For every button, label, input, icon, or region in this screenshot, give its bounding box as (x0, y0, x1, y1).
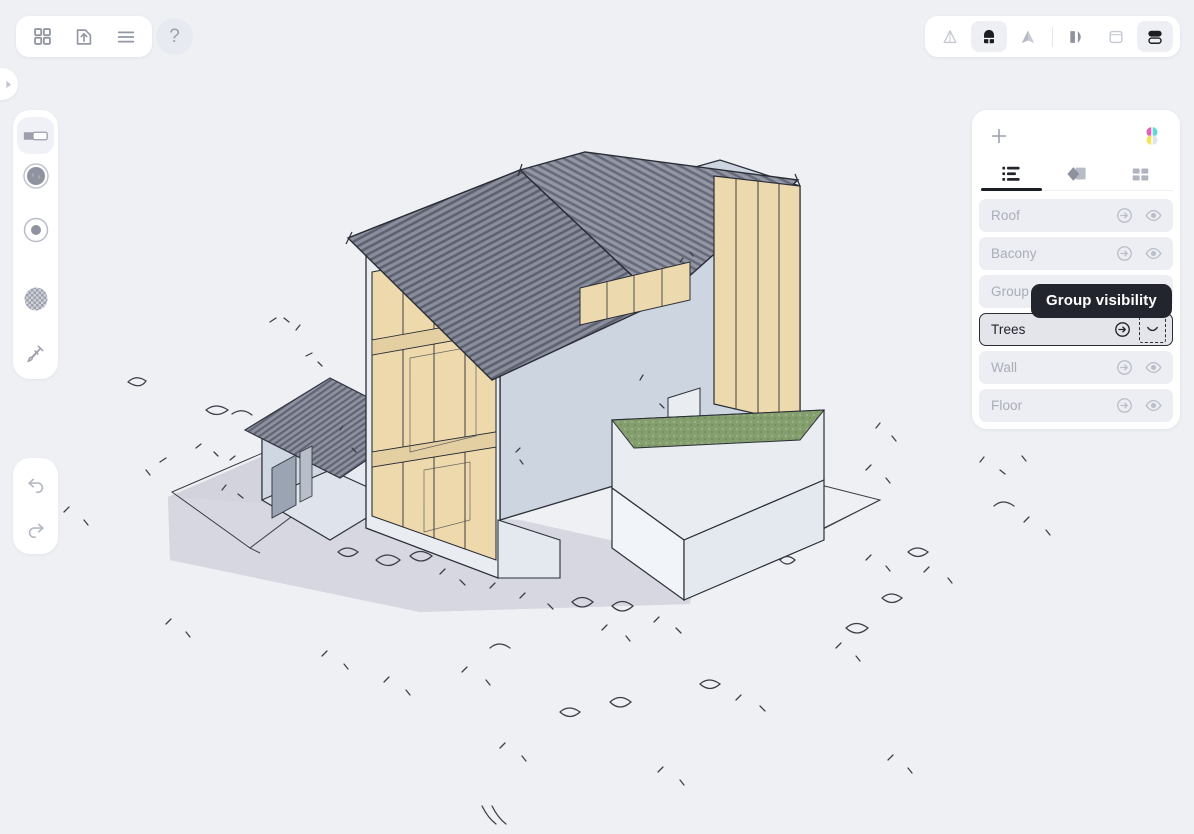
eye-icon[interactable] (1141, 393, 1166, 418)
history-rail (13, 458, 58, 554)
eye-icon[interactable] (1141, 203, 1166, 228)
tab-materials[interactable] (1044, 158, 1109, 190)
redo-icon[interactable] (17, 510, 54, 547)
layer-label: Roof (991, 208, 1020, 223)
layer-row-actions (1112, 393, 1166, 418)
undo-icon[interactable] (17, 465, 54, 502)
split-view-icon[interactable] (1137, 21, 1173, 52)
layer-row-actions (1110, 316, 1166, 343)
menu-icon[interactable] (106, 20, 146, 54)
list-icon (1002, 166, 1020, 181)
left-tool-rail (13, 110, 58, 379)
cone-view-icon[interactable] (932, 21, 968, 52)
shapes-icon (1066, 167, 1086, 181)
layer-label: Trees (991, 322, 1026, 337)
layer-row-wall[interactable]: Wall (979, 351, 1173, 384)
top-left-toolbar (16, 16, 152, 57)
enter-group-icon[interactable] (1112, 203, 1137, 228)
toolbar-divider (1052, 26, 1053, 47)
help-button[interactable]: ? (156, 18, 193, 55)
add-layer-button[interactable] (985, 122, 1013, 150)
layer-label: Floor (991, 398, 1023, 413)
panel-tabs (979, 158, 1173, 191)
view-mode-toolbar (925, 16, 1180, 57)
frame-icon[interactable] (1098, 21, 1134, 52)
mirror-icon[interactable] (1059, 21, 1095, 52)
chevron-right-icon (6, 80, 12, 88)
tooltip-label: Group visibility (1046, 292, 1157, 309)
grid-icon (1132, 167, 1149, 181)
checker-tool-icon[interactable] (17, 266, 54, 332)
layers-panel: Roof Bacony Group 1 Trees Wall Floor (972, 110, 1180, 429)
app-root: ? Roof Bacony Group 1 Trees Wall Floor G… (0, 0, 1194, 834)
export-icon[interactable] (64, 20, 104, 54)
main-house (345, 151, 826, 602)
filled-cone-icon[interactable] (1010, 21, 1046, 52)
sphere-tool-icon[interactable] (17, 157, 54, 194)
enter-group-icon[interactable] (1112, 393, 1137, 418)
grid-icon[interactable] (22, 20, 62, 54)
tab-layers[interactable] (979, 158, 1044, 191)
layer-row-roof[interactable]: Roof (979, 199, 1173, 232)
layer-label: Wall (991, 360, 1018, 375)
syringe-tool-icon[interactable] (17, 335, 54, 372)
layer-row-actions (1112, 203, 1166, 228)
layer-row-actions (1112, 355, 1166, 380)
layer-row-bacony[interactable]: Bacony (979, 237, 1173, 270)
eye-icon[interactable] (1141, 355, 1166, 380)
tooltip-group-visibility: Group visibility (1031, 284, 1172, 318)
enter-group-icon[interactable] (1112, 355, 1137, 380)
tab-assets[interactable] (1108, 158, 1173, 190)
help-label: ? (169, 25, 180, 47)
shaded-box-icon[interactable] (971, 21, 1007, 52)
enter-group-icon[interactable] (1110, 317, 1135, 342)
enter-group-icon[interactable] (1112, 241, 1137, 266)
layer-row-actions (1112, 241, 1166, 266)
palette-icon[interactable] (1137, 121, 1167, 151)
panel-header (979, 118, 1173, 152)
point-tool-icon[interactable] (17, 197, 54, 263)
layer-row-floor[interactable]: Floor (979, 389, 1173, 422)
eye-icon[interactable] (1141, 241, 1166, 266)
slider-tool-icon[interactable] (17, 117, 54, 154)
layer-label: Bacony (991, 246, 1037, 261)
eye-closed-icon[interactable] (1139, 316, 1166, 343)
